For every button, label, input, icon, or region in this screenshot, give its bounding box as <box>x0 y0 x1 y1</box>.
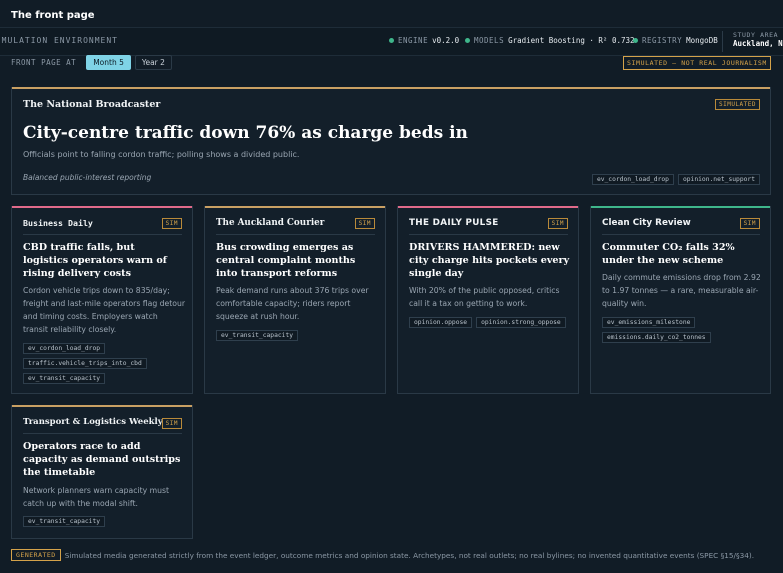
dek: Officials point to falling cordon traffi… <box>23 150 300 159</box>
headline: DRIVERS HAMMERED: new city charge hits p… <box>409 242 570 279</box>
front-page-time-selector: FRONT PAGE AT Month 5 Year 2 <box>11 55 172 70</box>
tag-list: ev_cordon_load_drop opinion.net_support <box>591 174 760 185</box>
disclaimer-badge: SIMULATED — NOT REAL JOURNALISM <box>623 56 771 70</box>
headline: Bus crowding emerges as central complain… <box>216 242 356 279</box>
headline: Operators race to add capacity as demand… <box>23 441 181 478</box>
story-card[interactable]: Business Daily SIM CBD traffic falls, bu… <box>11 206 193 394</box>
top-status-bar: SIMULATION ENVIRONMENT ENGINE v0.2.0 MOD… <box>0 27 783 56</box>
study-area-label: STUDY AREA <box>733 31 779 39</box>
accent-line <box>398 206 578 208</box>
tag-list: ev_emissions_milestone emissions.daily_c… <box>602 317 762 343</box>
tag: emissions.daily_co2_tonnes <box>602 332 711 343</box>
simulated-badge: SIMULATED <box>714 99 760 110</box>
divider <box>602 234 760 235</box>
outlet-name: Transport & Logistics Weekly <box>23 417 163 427</box>
story-card[interactable]: Transport & Logistics Weekly SIM Operato… <box>11 405 193 539</box>
divider <box>23 234 182 235</box>
tag: traffic.vehicle_trips_into_cbd <box>23 358 147 369</box>
divider <box>216 234 375 235</box>
outlet-name: The National Broadcaster <box>23 99 161 110</box>
tag: opinion.net_support <box>677 174 760 185</box>
footer: GENERATED Simulated media generated stri… <box>11 549 754 561</box>
tag-list: ev_transit_capacity <box>216 330 376 341</box>
study-area-value: Auckland, NZ <box>733 39 783 48</box>
accent-line <box>12 206 192 208</box>
headline: City-centre traffic down 76% as charge b… <box>23 123 468 143</box>
divider <box>409 234 568 235</box>
time-selector-label: FRONT PAGE AT <box>11 58 77 67</box>
tag-list: ev_transit_capacity <box>23 516 183 527</box>
accent-line <box>591 206 770 208</box>
tag-list: ev_cordon_load_drop traffic.vehicle_trip… <box>23 343 183 384</box>
status-dot-icon <box>389 38 394 43</box>
tag: ev_transit_capacity <box>23 516 106 527</box>
accent-line <box>205 206 385 208</box>
lead-story-card[interactable]: The National Broadcaster SIMULATED City-… <box>11 87 771 195</box>
tone-label: Balanced public-interest reporting <box>23 173 152 182</box>
generated-badge: GENERATED <box>11 549 61 561</box>
registry-status: REGISTRY MongoDB <box>633 36 718 45</box>
tag: ev_cordon_load_drop <box>591 174 674 185</box>
tag: opinion.oppose <box>409 317 473 328</box>
accent-line <box>12 405 192 407</box>
tag: ev_transit_capacity <box>216 330 299 341</box>
engine-status: ENGINE v0.2.0 <box>389 36 459 45</box>
sim-badge: SIM <box>161 418 182 429</box>
tag-list: opinion.oppose opinion.strong_oppose <box>409 317 574 328</box>
tag: ev_cordon_load_drop <box>23 343 106 354</box>
story-body: Daily commute emissions drop from 2.92 t… <box>602 273 761 308</box>
time-option-month-5[interactable]: Month 5 <box>86 55 131 70</box>
tag: opinion.strong_oppose <box>476 317 566 328</box>
accent-line <box>12 87 770 89</box>
tag: ev_transit_capacity <box>23 373 106 384</box>
outlet-name: Clean City Review <box>602 218 691 228</box>
story-card[interactable]: Clean City Review SIM Commuter CO₂ falls… <box>590 206 771 394</box>
story-body: Network planners warn capacity must catc… <box>23 486 169 508</box>
headline: CBD traffic falls, but logistics operato… <box>23 242 167 279</box>
tag: ev_emissions_milestone <box>602 317 696 328</box>
sim-badge: SIM <box>739 218 760 229</box>
story-body: With 20% of the public opposed, critics … <box>409 286 560 308</box>
status-dot-icon <box>633 38 638 43</box>
divider <box>722 31 723 52</box>
footer-note: Simulated media generated strictly from … <box>64 550 755 560</box>
sim-badge: SIM <box>547 218 568 229</box>
sim-badge: SIM <box>354 218 375 229</box>
outlet-name: The Auckland Courier <box>216 218 325 228</box>
story-body: Cordon vehicle trips down to 835/day; fr… <box>23 286 186 334</box>
headline: Commuter CO₂ falls 32% under the new sch… <box>602 242 735 266</box>
outlet-name: Business Daily <box>23 218 93 228</box>
sim-badge: SIM <box>161 218 182 229</box>
divider <box>23 433 182 434</box>
story-card[interactable]: THE DAILY PULSE SIM DRIVERS HAMMERED: ne… <box>397 206 579 394</box>
time-option-year-2[interactable]: Year 2 <box>134 55 172 70</box>
page-title: The front page <box>11 10 95 21</box>
story-card[interactable]: The Auckland Courier SIM Bus crowding em… <box>204 206 386 394</box>
models-status: MODELS Gradient Boosting · R² 0.732 <box>465 36 635 45</box>
environment-label: SIMULATION ENVIRONMENT <box>0 36 118 45</box>
outlet-name: THE DAILY PULSE <box>409 218 499 228</box>
status-dot-icon <box>465 38 470 43</box>
story-body: Peak demand runs about 376 trips over co… <box>216 286 369 321</box>
